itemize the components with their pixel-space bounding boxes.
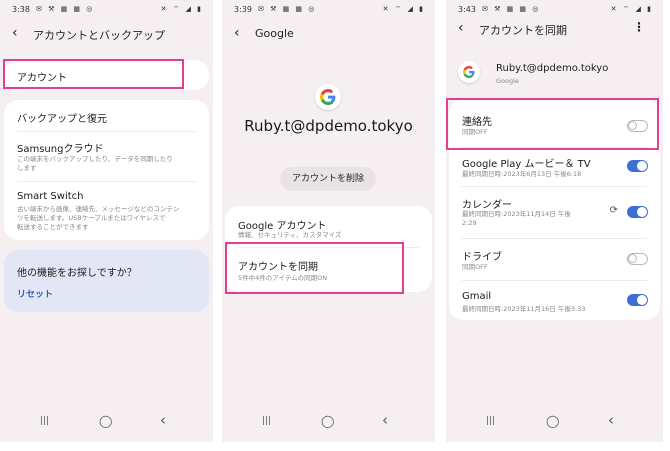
nav-bar: ||| ◯ ‹ [446,411,663,434]
backup-restore-item[interactable]: バックアップと復元 [4,100,209,130]
account-email: Ruby.t@dpdemo.tokyo [496,63,609,74]
account-email: Ruby.t@dpdemo.tokyo [244,117,413,135]
sync-item-title: カレンダー [462,200,512,211]
toggle-switch-on[interactable] [627,206,648,218]
google-account-title: Google アカウント [238,221,327,232]
smart-switch-item[interactable]: Smart Switch 古い端末から画像、連絡先、メッセージなどのコンテン ツ… [4,184,209,240]
highlight-account [3,59,184,89]
status-time: 3:43 [458,5,476,14]
app-bar: ‹ Google [222,24,435,48]
other-features-title: 他の機能をお探しですか？ [17,268,137,279]
sync-item-drive[interactable]: ドライブ 同期OFF [449,240,660,278]
status-bar: 3:39 ✉ ⚒ ▦ ▦ ◎ ✕ ⌔ ◢ ▮ [222,0,435,18]
toggle-switch-on[interactable] [627,160,648,172]
sync-item-status: 2:29 [462,219,477,227]
sync-item-title: Google Play ムービー＆ TV [462,159,591,170]
app-bar: ‹ アカウントを同期 ⋮ [446,19,663,43]
notification-icons: ✉ ⚒ ▦ ▦ ◎ [36,5,95,13]
backup-restore-label: バックアップと復元 [17,114,107,125]
account-provider: Google [496,77,519,85]
system-icons: ✕ ⌔ ◢ ▮ [610,5,653,13]
page-title: アカウントとバックアップ [33,29,165,42]
google-logo-icon [315,84,341,110]
toggle-switch-off[interactable] [627,253,648,265]
nav-back-icon[interactable]: ‹ [608,411,614,429]
notification-icons: ✉ ⚒ ▦ ▦ ◎ [482,5,541,13]
back-arrow-icon[interactable]: ‹ [234,25,240,41]
screen-google: 3:39 ✉ ⚒ ▦ ▦ ◎ ✕ ⌔ ◢ ▮ ‹ Google Ruby.t@d… [222,0,435,442]
backup-card: バックアップと復元 Samsungクラウド この端末をバックアップしたり、データ… [4,100,209,240]
toggle-switch-on[interactable] [627,294,648,306]
smart-switch-sub: ツを転送します。USBケーブルまたはワイヤレスで [17,214,166,222]
nav-bar: ||| ◯ ‹ [222,411,435,434]
status-time: 3:39 [234,5,252,14]
divider [462,280,647,281]
other-features-card: 他の機能をお探しですか？ リセット [4,250,209,312]
status-time: 3:38 [12,5,30,14]
smart-switch-title: Smart Switch [17,191,84,202]
reset-link[interactable]: リセット [17,287,53,300]
highlight-contacts [446,98,659,150]
google-logo-icon [458,61,480,83]
back-arrow-icon[interactable]: ‹ [458,20,464,36]
remove-account-button[interactable]: アカウントを削除 [280,167,376,191]
google-account-item[interactable]: Google アカウント 情報、セキュリティ、カスタマイズ [225,206,432,246]
sync-item-status: 同期OFF [462,263,488,271]
nav-bar: ||| ◯ ‹ [0,411,213,434]
samsung-cloud-sub: します [17,164,37,172]
screen-accounts-backup: 3:38 ✉ ⚒ ▦ ▦ ◎ ✕ ⌔ ◢ ▮ ‹ アカウントとバックアップ アカ… [0,0,213,442]
highlight-sync-account [225,242,404,294]
home-icon[interactable]: ◯ [321,414,334,428]
status-bar: 3:43 ✉ ⚒ ▦ ▦ ◎ ✕ ⌔ ◢ ▮ [446,0,663,18]
nav-back-icon[interactable]: ‹ [160,411,166,429]
screen-sync-account: 3:43 ✉ ⚒ ▦ ▦ ◎ ✕ ⌔ ◢ ▮ ‹ アカウントを同期 ⋮ Ruby… [446,0,663,442]
sync-item-status: 最終同期日時:2023年11月14日 午後 [462,210,571,218]
notification-icons: ✉ ⚒ ▦ ▦ ◎ [258,5,317,13]
sync-refresh-icon: ⟳ [609,205,618,216]
google-account-sub: 情報、セキュリティ、カスタマイズ [238,231,342,239]
sync-item-status: 最終同期日時:2023年11月16日 午後3:33 [462,305,586,313]
sync-item-title: ドライブ [462,252,502,263]
more-options-icon[interactable]: ⋮ [633,20,645,34]
recents-icon[interactable]: ||| [262,416,271,426]
page-title: Google [255,27,294,40]
sync-item-gmail[interactable]: Gmail 最終同期日時:2023年11月16日 午後3:33 [449,282,660,318]
sync-item-title: Gmail [462,291,492,302]
divider [462,238,647,239]
sync-item-status: 最終同期日時:2023年6月13日 午後6:18 [462,170,582,178]
app-bar: ‹ アカウントとバックアップ [0,24,213,48]
samsung-cloud-item[interactable]: Samsungクラウド この端末をバックアップしたり、データを同期したり します [4,134,209,180]
samsung-cloud-sub: この端末をバックアップしたり、データを同期したり [17,155,173,163]
divider [17,181,196,182]
status-bar: 3:38 ✉ ⚒ ▦ ▦ ◎ ✕ ⌔ ◢ ▮ [0,0,213,18]
page-title: アカウントを同期 [479,24,567,37]
smart-switch-sub: 転送することができます [17,223,89,231]
smart-switch-sub: 古い端末から画像、連絡先、メッセージなどのコンテン [17,205,180,213]
recents-icon[interactable]: ||| [40,416,49,426]
home-icon[interactable]: ◯ [546,414,559,428]
back-arrow-icon[interactable]: ‹ [12,25,18,41]
samsung-cloud-title: Samsungクラウド [17,144,104,155]
divider [462,186,647,187]
sync-item-calendar[interactable]: カレンダー 最終同期日時:2023年11月14日 午後 2:29 ⟳ [449,188,660,236]
nav-back-icon[interactable]: ‹ [382,411,388,429]
system-icons: ✕ ⌔ ◢ ▮ [160,5,203,13]
sync-item-play-movies[interactable]: Google Play ムービー＆ TV 最終同期日時:2023年6月13日 午… [449,148,660,184]
home-icon[interactable]: ◯ [99,414,112,428]
divider [17,131,196,132]
system-icons: ✕ ⌔ ◢ ▮ [382,5,425,13]
recents-icon[interactable]: ||| [486,416,495,426]
